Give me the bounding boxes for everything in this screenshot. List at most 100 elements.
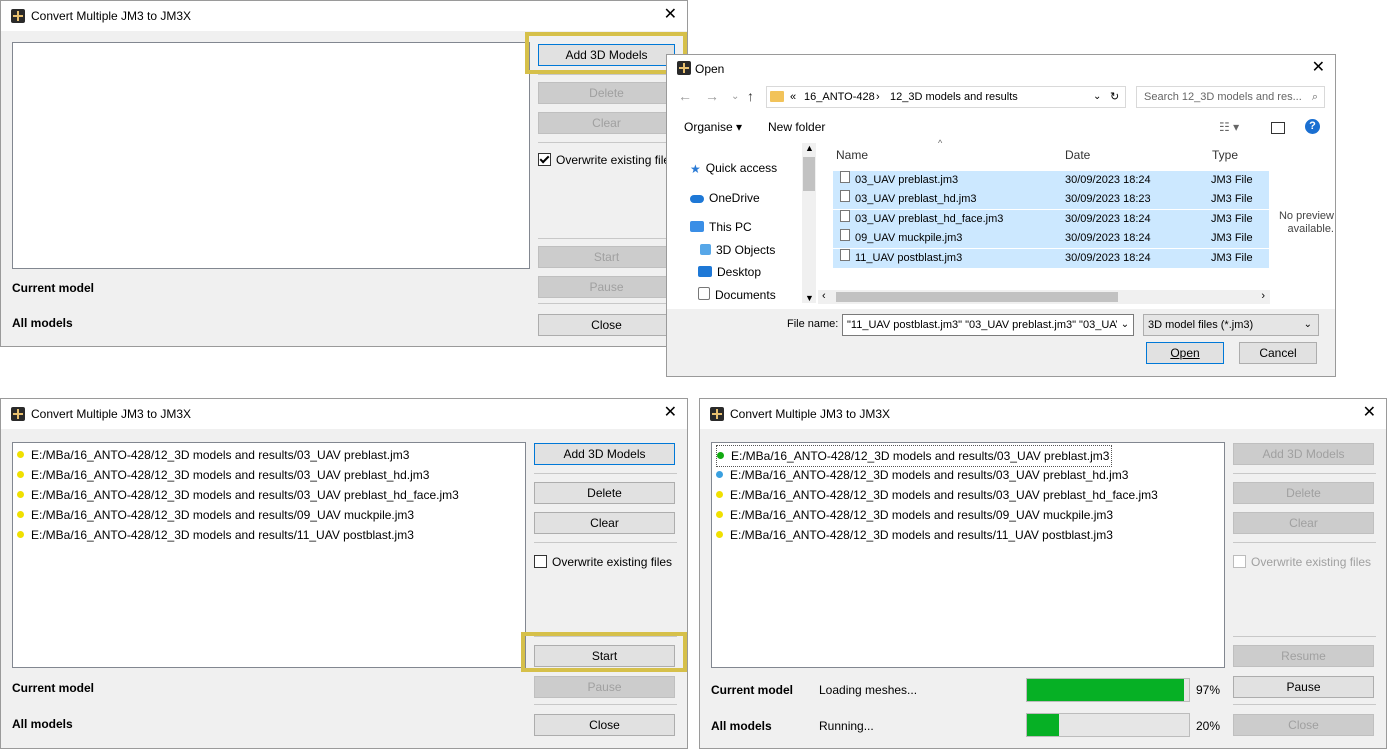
file-row[interactable]: 09_UAV muckpile.jm3 30/09/2023 18:24 JM3 F… — [833, 229, 1269, 248]
close-icon[interactable]: ✕ — [664, 404, 677, 422]
file-name-dropdown-icon[interactable]: ⌄ — [1117, 315, 1133, 335]
sort-arrow-icon: ^ — [938, 138, 943, 148]
nav-scrollbar[interactable]: ▲ ▼ — [802, 143, 816, 303]
checkbox-unchecked-icon — [1233, 555, 1246, 568]
list-item[interactable]: E:/MBa/16_ANTO-428/12_3D models and resu… — [716, 485, 1158, 505]
clear-button[interactable]: Clear — [534, 512, 675, 534]
close-button[interactable]: Close — [538, 314, 675, 336]
organise-menu[interactable]: Organise ▾ — [684, 120, 742, 134]
address-dropdown-icon[interactable]: ⌄ — [1093, 87, 1101, 107]
refresh-icon[interactable]: ↻ — [1110, 87, 1119, 107]
close-icon[interactable]: ✕ — [664, 6, 677, 24]
file-row[interactable]: 03_UAV preblast_hd_face.jm3 30/09/2023 18… — [833, 210, 1269, 229]
dialog-close-icon[interactable]: ✕ — [1312, 59, 1325, 77]
recent-dropdown-icon[interactable]: ⌄ — [731, 91, 739, 102]
nav-onedrive[interactable]: OneDrive — [690, 191, 760, 205]
column-name[interactable]: Name — [836, 148, 868, 162]
list-item[interactable]: E:/MBa/16_ANTO-428/12_3D models and resu… — [17, 465, 429, 485]
nav-quick-access[interactable]: ★ Quick access — [690, 161, 777, 176]
path-overflow[interactable]: « — [790, 87, 796, 107]
scroll-right-icon[interactable]: › — [1261, 290, 1265, 302]
checkbox-checked-icon — [538, 153, 551, 166]
list-item-selected[interactable]: E:/MBa/16_ANTO-428/12_3D models and resu… — [716, 445, 1113, 467]
current-model-progress-bar — [1026, 678, 1190, 702]
column-type[interactable]: Type — [1212, 148, 1238, 162]
file-icon — [840, 229, 850, 241]
preview-pane-icon[interactable] — [1271, 122, 1285, 134]
new-folder-button[interactable]: New folder — [768, 120, 825, 134]
up-arrow-icon[interactable]: ↑ — [747, 88, 754, 104]
h-scrollbar[interactable]: ‹ › — [818, 290, 1270, 304]
delete-button[interactable]: Delete — [538, 82, 675, 104]
nav-3d-objects[interactable]: 3D Objects — [700, 243, 775, 257]
start-button[interactable]: Start — [538, 246, 675, 268]
file-row[interactable]: 03_UAV preblast.jm3 30/09/2023 18:24 JM3 F… — [833, 171, 1269, 190]
current-progress-fill — [1027, 679, 1185, 701]
model-list[interactable] — [12, 42, 530, 269]
add-3d-models-button[interactable]: Add 3D Models — [534, 443, 675, 465]
search-input[interactable]: Search 12_3D models and res... ⌕ — [1136, 86, 1325, 108]
current-model-percent: 97% — [1196, 683, 1221, 697]
convert-window-2: Convert Multiple JM3 to JM3X ✕ E:/MBa/16… — [0, 398, 688, 749]
clear-button[interactable]: Clear — [538, 112, 675, 134]
help-icon[interactable]: ? — [1305, 119, 1320, 134]
file-icon — [840, 171, 850, 183]
checkbox-unchecked-icon — [534, 555, 547, 568]
all-models-status: Running... — [819, 719, 874, 733]
h-scroll-thumb[interactable] — [836, 292, 1118, 302]
list-item[interactable]: E:/MBa/16_ANTO-428/12_3D models and resu… — [716, 525, 1113, 545]
path-segment-project[interactable]: 16_ANTO-428 — [804, 87, 875, 107]
clear-button[interactable]: Clear — [1233, 512, 1374, 534]
list-item[interactable]: E:/MBa/16_ANTO-428/12_3D models and resu… — [716, 505, 1113, 525]
list-item[interactable]: E:/MBa/16_ANTO-428/12_3D models and resu… — [17, 505, 414, 525]
nav-scroll-up-icon[interactable]: ▲ — [805, 143, 814, 153]
nav-scroll-thumb[interactable] — [803, 157, 815, 191]
pause-button[interactable]: Pause — [1233, 676, 1374, 698]
file-row[interactable]: 11_UAV postblast.jm3 30/09/2023 18:24 JM3 … — [833, 249, 1269, 268]
delete-button[interactable]: Delete — [534, 482, 675, 504]
cancel-button[interactable]: Cancel — [1239, 342, 1317, 364]
pause-button[interactable]: Pause — [534, 676, 675, 698]
document-icon — [698, 287, 710, 300]
nav-documents[interactable]: Documents — [698, 287, 776, 302]
delete-button[interactable]: Delete — [1233, 482, 1374, 504]
close-button[interactable]: Close — [1233, 714, 1374, 736]
overwrite-checkbox[interactable]: Overwrite existing files — [534, 555, 672, 569]
resume-button[interactable]: Resume — [1233, 645, 1374, 667]
back-arrow-icon[interactable]: ← — [678, 88, 692, 104]
address-bar[interactable]: « 16_ANTO-428 › 12_3D models and results… — [766, 86, 1126, 108]
current-model-label: Current model — [711, 683, 794, 697]
open-button[interactable]: Open — [1146, 342, 1224, 364]
scroll-left-icon[interactable]: ‹ — [822, 290, 826, 302]
desktop-icon — [698, 266, 712, 277]
search-placeholder: Search 12_3D models and res... — [1144, 91, 1302, 103]
list-item[interactable]: E:/MBa/16_ANTO-428/12_3D models and resu… — [17, 485, 459, 505]
model-list[interactable]: E:/MBa/16_ANTO-428/12_3D models and resu… — [711, 442, 1225, 668]
close-button[interactable]: Close — [534, 714, 675, 736]
overwrite-checkbox[interactable]: Overwrite existing files — [538, 153, 676, 167]
highlight-add-button — [525, 32, 687, 74]
forward-arrow-icon[interactable]: → — [705, 88, 719, 104]
overwrite-checkbox[interactable]: Overwrite existing files — [1233, 555, 1371, 569]
nav-scroll-down-icon[interactable]: ▼ — [805, 293, 814, 303]
file-row[interactable]: 03_UAV preblast_hd.jm3 30/09/2023 18:23 JM… — [833, 190, 1269, 209]
column-date[interactable]: Date — [1065, 148, 1090, 162]
file-type-filter[interactable]: 3D model files (*.jm3) ⌄ — [1143, 314, 1319, 336]
window-title: Convert Multiple JM3 to JM3X — [31, 9, 192, 23]
file-icon — [840, 190, 850, 202]
open-dialog-title: Open — [695, 62, 725, 76]
close-icon[interactable]: ✕ — [1363, 404, 1376, 422]
pause-button[interactable]: Pause — [538, 276, 675, 298]
nav-desktop[interactable]: Desktop — [698, 265, 761, 279]
list-item[interactable]: E:/MBa/16_ANTO-428/12_3D models and resu… — [17, 525, 414, 545]
overwrite-label: Overwrite existing files — [1251, 555, 1372, 569]
file-name-input[interactable]: "11_UAV postblast.jm3" "03_UAV preblast.… — [842, 314, 1134, 336]
path-segment-folder[interactable]: 12_3D models and results — [890, 87, 1018, 107]
add-3d-models-button[interactable]: Add 3D Models — [1233, 443, 1374, 465]
list-item[interactable]: E:/MBa/16_ANTO-428/12_3D models and resu… — [17, 445, 409, 465]
view-options-icon[interactable]: ☷ ▾ — [1219, 120, 1239, 134]
filter-dropdown-icon: ⌄ — [1303, 319, 1312, 330]
list-item[interactable]: E:/MBa/16_ANTO-428/12_3D models and resu… — [716, 465, 1128, 485]
model-list[interactable]: E:/MBa/16_ANTO-428/12_3D models and resu… — [12, 442, 526, 668]
nav-this-pc[interactable]: This PC — [690, 220, 752, 234]
